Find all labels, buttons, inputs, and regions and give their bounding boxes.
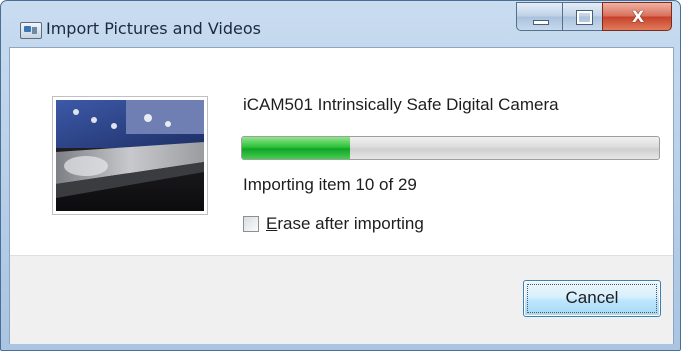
close-icon: X	[631, 7, 645, 26]
import-status-text: Importing item 10 of 29	[243, 175, 417, 194]
title-bar[interactable]: Import Pictures and Videos X	[1, 1, 680, 47]
mnemonic-letter: E	[266, 214, 278, 233]
import-progress-bar	[241, 136, 660, 160]
import-dialog-window: Import Pictures and Videos X iCAM501 Int…	[0, 0, 681, 351]
erase-checkbox-label[interactable]: Erase after importing	[266, 214, 424, 234]
close-button[interactable]: X	[602, 2, 672, 31]
camera-preview-image	[56, 100, 204, 211]
camera-import-icon	[20, 22, 42, 39]
erase-checkbox[interactable]	[243, 216, 259, 232]
dialog-content: iCAM501 Intrinsically Safe Digital Camer…	[9, 47, 674, 344]
erase-label-rest: rase after importing	[277, 214, 424, 233]
maximize-button[interactable]	[562, 2, 603, 31]
minimize-button[interactable]	[516, 2, 563, 31]
device-name: iCAM501 Intrinsically Safe Digital Camer…	[243, 95, 559, 114]
cancel-button[interactable]: Cancel	[523, 280, 661, 317]
window-title: Import Pictures and Videos	[46, 19, 261, 38]
progress-fill	[242, 137, 351, 159]
minimize-icon	[533, 20, 549, 25]
maximize-icon	[576, 10, 593, 25]
thumbnail-frame	[52, 96, 208, 215]
caption-buttons: X	[516, 1, 672, 33]
